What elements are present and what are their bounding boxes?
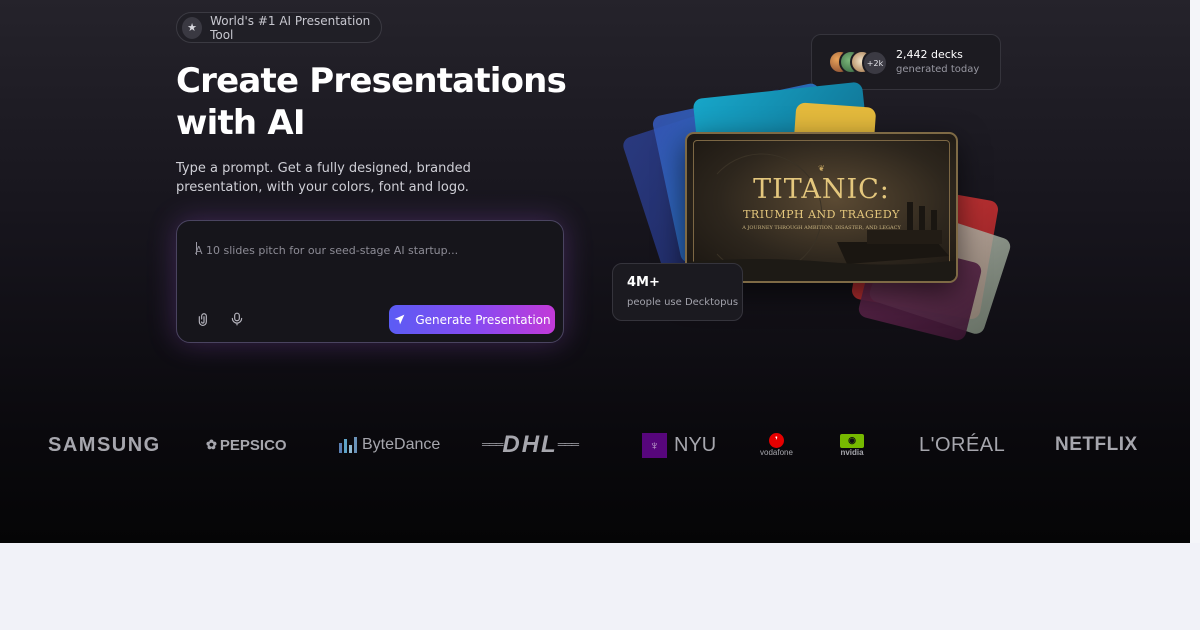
title-line-1: Create Presentations [176,61,567,101]
logo-pepsico-text: PEPSICO [219,436,287,454]
slide-title: TITANIC: [753,174,890,205]
logo-dhl: ═══ DHL ═══ [482,425,579,465]
dhl-stripes: ═══ [557,439,579,451]
logo-netflix: NETFLIX [1055,434,1138,455]
logo-nvidia: ◉ nvidia [840,425,864,465]
logo-bytedance: ByteDance [339,425,440,465]
top-badge: ★ World's #1 AI Presentation Tool [176,12,382,43]
microphone-icon [231,312,243,326]
pepsico-leaf-icon: ✿ [206,437,217,452]
page-title: Create Presentations with AI [176,60,596,144]
users-count: 4M+ [627,275,660,290]
star-icon: ★ [182,16,203,39]
prompt-box: Generate Presentation [176,220,564,343]
logo-vodafone: ❜ vodafone [760,425,793,465]
logo-samsung: SAMSUNG [48,433,161,456]
nvidia-eye-icon: ◉ [840,433,864,448]
users-subtitle: people use Decktopus [627,297,739,308]
send-arrow-icon [395,314,405,325]
more-avatars-count: +2k [862,50,888,76]
generate-presentation-button[interactable]: Generate Presentation [389,305,555,334]
prompt-input[interactable] [195,239,545,261]
vodafone-speechmark-icon: ❜ [768,433,784,448]
hero-section: ★ World's #1 AI Presentation Tool Create… [0,0,1190,543]
bytedance-bars-icon [339,437,357,453]
users-stat-card: 4M+ people use Decktopus [612,263,743,321]
mic-button[interactable] [227,309,247,329]
badge-text: World's #1 AI Presentation Tool [210,13,371,42]
decks-subtitle: generated today [896,64,980,75]
ornament-icon: ❦ [818,164,825,173]
logo-bytedance-text: ByteDance [362,436,441,453]
generate-label: Generate Presentation [415,312,551,327]
hero-subtitle: Type a prompt. Get a fully designed, bra… [176,161,471,195]
paperclip-icon [198,313,207,326]
logo-dhl-text: DHL [502,431,558,458]
logo-nyu-text: NYU [674,433,717,456]
logo-loreal: L'ORÉAL [919,433,1006,456]
nyu-torch-icon: ♆ [642,432,667,458]
logo-pepsico: ✿ PEPSICO [206,425,287,465]
title-line-2: with AI [176,103,306,143]
next-section-background [0,543,1200,630]
logo-nyu: ♆ NYU [642,425,716,465]
logo-vodafone-text: vodafone [760,448,793,457]
avatar-group: +2k [828,50,888,76]
attach-button[interactable] [194,309,214,329]
featured-slide-preview: ❦ TITANIC: TRIUMPH AND TRAGEDY A JOURNEY… [685,132,958,283]
logo-nvidia-text: nvidia [840,447,864,457]
dhl-stripes: ═══ [482,439,503,451]
page-edge [1190,0,1200,543]
slide-subtitle: TRIUMPH AND TRAGEDY [743,208,900,221]
decks-count: 2,442 decks [896,48,963,61]
slide-tagline: A JOURNEY THROUGH AMBITION, DISASTER, AN… [742,225,901,231]
customer-logos: SAMSUNG ✿ PEPSICO ByteDance ═══ DHL ═══ … [0,425,1190,465]
